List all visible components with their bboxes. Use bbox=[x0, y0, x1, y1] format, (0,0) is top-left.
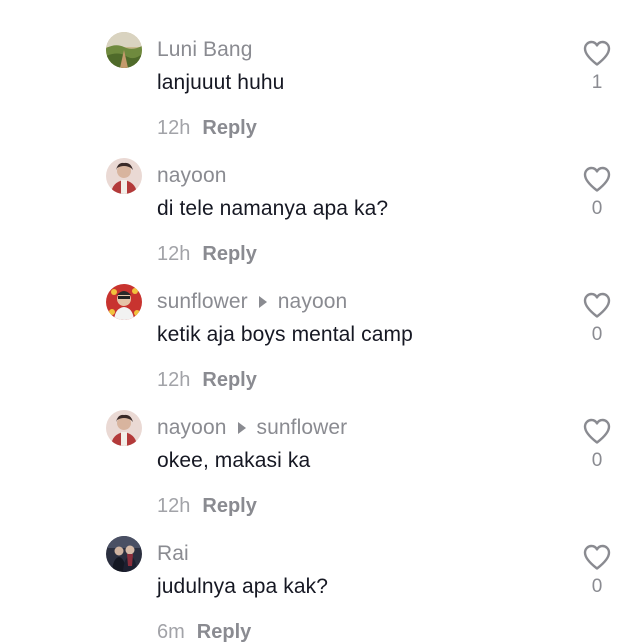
reply-arrow-icon bbox=[258, 296, 267, 308]
person-avatar-icon bbox=[106, 158, 142, 194]
reply-target-username[interactable]: sunflower bbox=[257, 416, 348, 440]
reply-arrow-icon bbox=[237, 422, 246, 434]
comment-meta: 6m Reply bbox=[157, 621, 251, 644]
comment-meta: 12h Reply bbox=[157, 369, 257, 392]
reply-button[interactable]: Reply bbox=[197, 621, 251, 644]
username-line: Luni Bang bbox=[157, 37, 252, 63]
heart-icon[interactable] bbox=[582, 543, 612, 571]
comment-timestamp: 12h bbox=[157, 243, 191, 265]
comment-timestamp: 6m bbox=[157, 621, 185, 643]
user-avatar[interactable] bbox=[106, 284, 142, 320]
like-count: 0 bbox=[591, 576, 603, 597]
comment-timestamp: 12h bbox=[157, 495, 191, 517]
comment-item: sunflower nayoon ketik aja boys mental c… bbox=[0, 264, 640, 392]
comment-text: lanjuuut huhu bbox=[157, 71, 285, 94]
comment-text: judulnya apa kak? bbox=[157, 575, 328, 598]
comment-text: ketik aja boys mental camp bbox=[157, 323, 413, 346]
comment-username[interactable]: Rai bbox=[157, 542, 189, 566]
person-avatar-icon bbox=[106, 536, 142, 572]
username-line: Rai bbox=[157, 541, 189, 567]
comment-username[interactable]: sunflower bbox=[157, 290, 248, 314]
landscape-avatar-icon bbox=[106, 32, 142, 68]
reply-button[interactable]: Reply bbox=[202, 369, 256, 392]
person-avatar-icon bbox=[106, 284, 142, 320]
comment-timestamp: 12h bbox=[157, 117, 191, 139]
username-line: nayoon bbox=[157, 163, 227, 189]
comment-text: di tele namanya apa ka? bbox=[157, 197, 389, 220]
comment-list: Luni Bang lanjuuut huhu 12h Reply 1 nayo… bbox=[0, 0, 640, 644]
reply-button[interactable]: Reply bbox=[202, 243, 256, 266]
username-line: nayoon sunflower bbox=[157, 415, 347, 441]
like-count: 0 bbox=[591, 450, 603, 471]
user-avatar[interactable] bbox=[106, 410, 142, 446]
comment-item: nayoon sunflower okee, makasi ka 12h Rep… bbox=[0, 390, 640, 518]
user-avatar[interactable] bbox=[106, 158, 142, 194]
reply-button[interactable]: Reply bbox=[202, 495, 256, 518]
comment-timestamp: 12h bbox=[157, 369, 191, 391]
username-line: sunflower nayoon bbox=[157, 289, 347, 315]
user-avatar[interactable] bbox=[106, 32, 142, 68]
reply-target-username[interactable]: nayoon bbox=[278, 290, 348, 314]
like-count: 1 bbox=[591, 72, 603, 93]
like-count: 0 bbox=[591, 198, 603, 219]
user-avatar[interactable] bbox=[106, 536, 142, 572]
comment-meta: 12h Reply bbox=[157, 495, 257, 518]
comment-username[interactable]: nayoon bbox=[157, 416, 227, 440]
comment-item: Luni Bang lanjuuut huhu 12h Reply 1 bbox=[0, 12, 640, 140]
heart-icon[interactable] bbox=[582, 417, 612, 445]
comment-text: okee, makasi ka bbox=[157, 449, 311, 472]
reply-button[interactable]: Reply bbox=[202, 117, 256, 140]
comment-meta: 12h Reply bbox=[157, 117, 257, 140]
comment-meta: 12h Reply bbox=[157, 243, 257, 266]
comment-username[interactable]: Luni Bang bbox=[157, 38, 252, 62]
comment-item: Rai judulnya apa kak? 6m Reply 0 bbox=[0, 516, 640, 644]
heart-icon[interactable] bbox=[582, 39, 612, 67]
person-avatar-icon bbox=[106, 410, 142, 446]
comment-username[interactable]: nayoon bbox=[157, 164, 227, 188]
like-count: 0 bbox=[591, 324, 603, 345]
comment-item: nayoon di tele namanya apa ka? 12h Reply… bbox=[0, 138, 640, 266]
heart-icon[interactable] bbox=[582, 291, 612, 319]
heart-icon[interactable] bbox=[582, 165, 612, 193]
